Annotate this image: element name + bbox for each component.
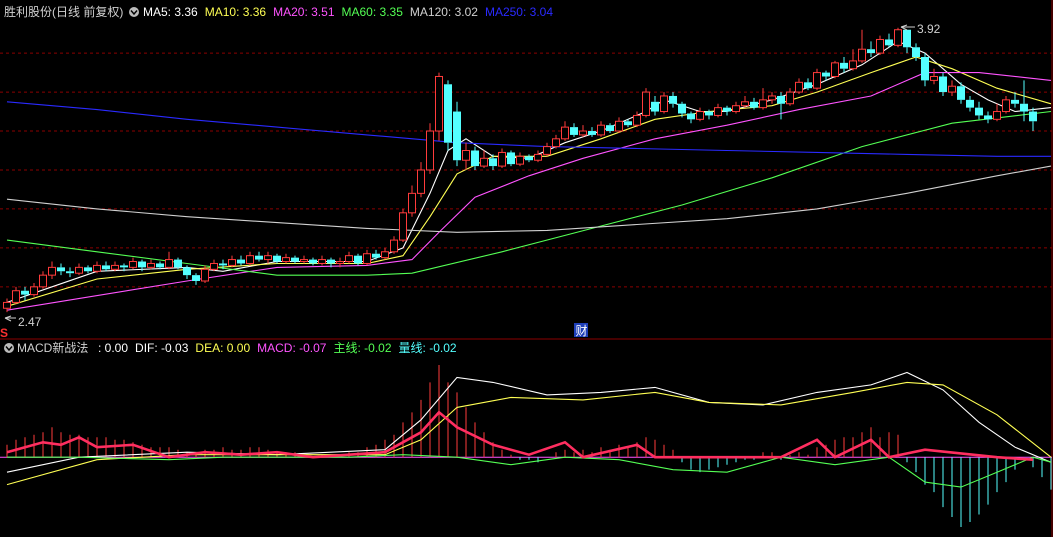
legend-value: 3.36 [239, 5, 266, 19]
legend-label: MA10: [205, 5, 240, 19]
legend-value: 0.00 [223, 341, 250, 355]
candle [894, 27, 902, 48]
legend-label: 量线: [399, 341, 426, 355]
legend-item: 主线: -0.02 [333, 341, 391, 355]
indicator-title[interactable]: MACD新战法 [17, 340, 88, 355]
legend-label: MA60: [342, 5, 377, 19]
legend-item: MA60: 3.35 [342, 5, 404, 19]
legend-label: MA20: [273, 5, 308, 19]
candle [642, 88, 650, 118]
legend-value: 3.36 [171, 5, 198, 19]
legend-value: 3.51 [308, 5, 335, 19]
legend-item: 量线: -0.02 [399, 341, 457, 355]
legend-item: MA120: 3.02 [410, 5, 478, 19]
legend-item: MA250: 3.04 [485, 5, 553, 19]
stock-title[interactable]: 胜利股份(日线 前复权) [4, 4, 123, 19]
stock-chart: 胜利股份(日线 前复权) MA5: 3.36 MA10: 3.36 MA20: 3.… [0, 0, 1053, 537]
legend-value: 3.04 [526, 5, 553, 19]
legend-value: 3.02 [451, 5, 478, 19]
legend-value: -0.03 [158, 341, 189, 355]
high-label: 3.92 [917, 22, 941, 36]
candle [444, 80, 452, 151]
legend-label: DIF: [135, 341, 158, 355]
chevron-down-icon[interactable] [4, 343, 14, 353]
legend-label: MA5: [143, 5, 171, 19]
legend-label: MA120: [410, 5, 451, 19]
candle [399, 208, 407, 243]
legend-item: MA20: 3.51 [273, 5, 335, 19]
low-label: 2.47 [18, 315, 42, 329]
finance-marker[interactable]: 财 [574, 323, 588, 338]
legend-item: MA10: 3.36 [205, 5, 267, 19]
candle [831, 60, 839, 79]
legend-value: 3.35 [376, 5, 403, 19]
candle [426, 123, 434, 174]
legend-value: -0.07 [296, 341, 327, 355]
finance-marker-label: 财 [576, 324, 588, 338]
top-legend: 胜利股份(日线 前复权) MA5: 3.36 MA10: 3.36 MA20: 3.… [4, 4, 553, 19]
legend-item: MA5: 3.36 [143, 5, 198, 19]
chevron-down-icon[interactable] [129, 7, 139, 17]
legend-item: : 0.00 [98, 341, 128, 355]
legend-label: DEA: [195, 341, 223, 355]
legend-value: 0.00 [101, 341, 128, 355]
legend-value: -0.02 [426, 341, 457, 355]
legend-item: DIF: -0.03 [135, 341, 189, 355]
left-marker: S [0, 326, 8, 340]
bottom-legend: MACD新战法 : 0.00 DIF: -0.03 DEA: 0.00 MACD: -… [4, 340, 457, 355]
legend-label: MA250: [485, 5, 526, 19]
legend-value: -0.02 [361, 341, 392, 355]
candle [507, 150, 515, 167]
legend-label: 主线: [333, 341, 360, 355]
candle [435, 72, 443, 141]
legend-item: MACD: -0.07 [257, 341, 327, 355]
legend-label: MACD: [257, 341, 296, 355]
legend-item: DEA: 0.00 [195, 341, 250, 355]
